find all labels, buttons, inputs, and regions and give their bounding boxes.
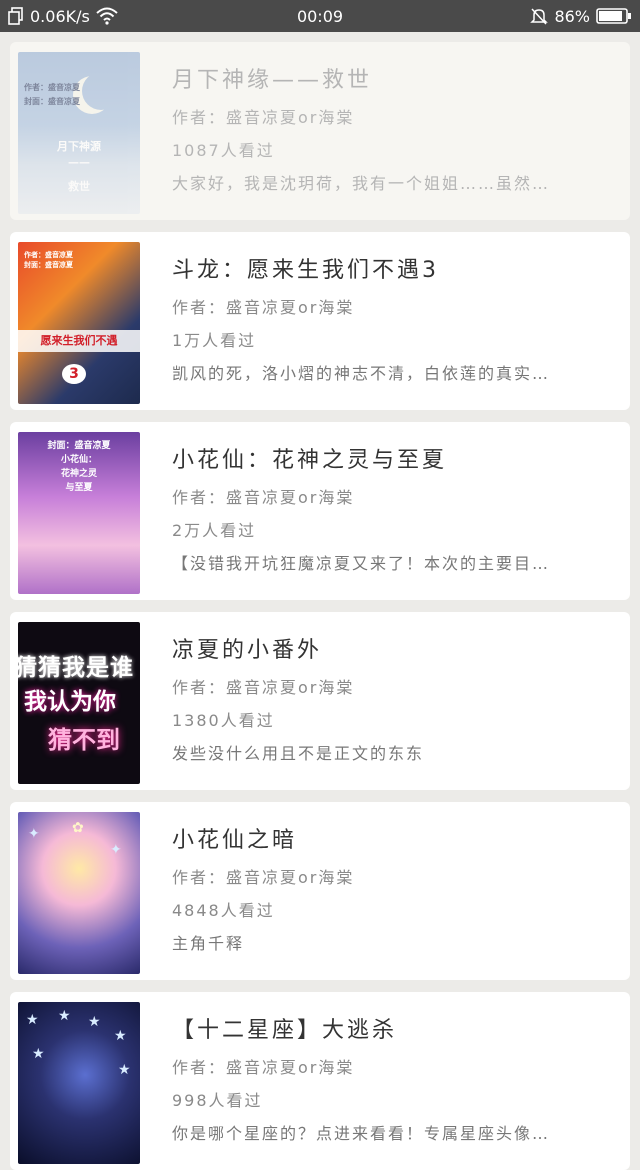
book-card[interactable]: 作者：盛音凉夏 封面：盛音凉夏 愿来生我们不遇 3 斗龙：愿来生我们不遇3 作者… <box>10 232 630 410</box>
book-description: 凯风的死，洛小熠的神志不清，白依莲的真实… <box>172 364 551 383</box>
star-icon: ★ <box>118 1062 131 1078</box>
cover-text: 封面：盛音凉夏 <box>24 261 73 269</box>
book-author: 作者：盛音凉夏or海棠 <box>172 1058 355 1077</box>
sparkle-icon: ✦ <box>110 842 122 858</box>
cover-text: 愿来生我们不遇 <box>18 330 140 352</box>
cover-text: 猜猜我是谁 <box>18 655 134 681</box>
wifi-icon <box>96 7 118 25</box>
book-views: 1万人看过 <box>172 331 257 350</box>
cover-text: 救世 <box>68 180 90 193</box>
book-info: 月下神缘——救世 作者：盛音凉夏or海棠 1087人看过 大家好，我是沈玥荷，我… <box>172 52 612 194</box>
moon-icon <box>82 72 120 110</box>
copy-icon <box>8 7 24 25</box>
book-info: 小花仙之暗 作者：盛音凉夏or海棠 4848人看过 主角千释 <box>172 812 612 954</box>
bell-muted-icon <box>530 7 549 25</box>
book-card[interactable]: 猜猜我是谁 我认为你 猜不到 凉夏的小番外 作者：盛音凉夏or海棠 1380人看… <box>10 612 630 790</box>
book-cover[interactable]: 封面：盛音凉夏 小花仙： 花神之灵 与至夏 <box>18 432 140 594</box>
star-icon: ★ <box>26 1012 39 1028</box>
star-icon: ★ <box>32 1046 45 1062</box>
book-description: 【没错我开坑狂魔凉夏又来了！本次的主要目… <box>172 554 551 573</box>
book-card[interactable]: ★ ★ ★ ★ ★ ★ 【十二星座】大逃杀 作者：盛音凉夏or海棠 998人看过… <box>10 992 630 1170</box>
book-info: 【十二星座】大逃杀 作者：盛音凉夏or海棠 998人看过 你是哪个星座的？点进来… <box>172 1002 612 1144</box>
battery-icon <box>596 7 632 25</box>
book-author: 作者：盛音凉夏or海棠 <box>172 678 355 697</box>
book-cover[interactable]: 作者：盛音凉夏 封面：盛音凉夏 月下神源 —— 救世 <box>18 52 140 214</box>
book-title[interactable]: 小花仙：花神之灵与至夏 <box>172 442 612 474</box>
cover-text: 作者：盛音凉夏 <box>24 251 73 259</box>
cover-text: —— <box>68 156 90 169</box>
status-bar: 0.06K/s 00:09 86% <box>0 0 640 32</box>
book-author: 作者：盛音凉夏or海棠 <box>172 488 355 507</box>
cover-text: 封面：盛音凉夏 <box>24 97 80 106</box>
book-cover[interactable]: 猜猜我是谁 我认为你 猜不到 <box>18 622 140 784</box>
status-left: 0.06K/s <box>8 7 118 26</box>
network-speed: 0.06K/s <box>30 6 90 26</box>
sparkle-icon: ✿ <box>72 820 84 836</box>
book-description: 主角千释 <box>172 934 245 953</box>
book-title[interactable]: 小花仙之暗 <box>172 822 612 854</box>
cover-text: 作者：盛音凉夏 <box>24 83 80 92</box>
book-title[interactable]: 凉夏的小番外 <box>172 632 612 664</box>
book-views: 4848人看过 <box>172 901 275 920</box>
battery-percent: 86% <box>554 6 590 26</box>
book-info: 小花仙：花神之灵与至夏 作者：盛音凉夏or海棠 2万人看过 【没错我开坑狂魔凉夏… <box>172 432 612 574</box>
book-cover[interactable]: ★ ★ ★ ★ ★ ★ <box>18 1002 140 1164</box>
sparkle-icon: ✦ <box>28 826 40 842</box>
star-icon: ★ <box>58 1008 71 1024</box>
book-cover[interactable]: ✦ ✦ ✿ <box>18 812 140 974</box>
book-card[interactable]: 封面：盛音凉夏 小花仙： 花神之灵 与至夏 小花仙：花神之灵与至夏 作者：盛音凉… <box>10 422 630 600</box>
book-description: 大家好，我是沈玥荷，我有一个姐姐……虽然… <box>172 174 551 193</box>
book-info: 斗龙：愿来生我们不遇3 作者：盛音凉夏or海棠 1万人看过 凯风的死，洛小熠的神… <box>172 242 612 384</box>
cover-text: 封面：盛音凉夏 <box>47 441 111 451</box>
book-title[interactable]: 【十二星座】大逃杀 <box>172 1012 612 1044</box>
book-author: 作者：盛音凉夏or海棠 <box>172 868 355 887</box>
book-description: 你是哪个星座的？点进来看看！专属星座头像… <box>172 1124 551 1143</box>
book-views: 1087人看过 <box>172 141 275 160</box>
book-title[interactable]: 月下神缘——救世 <box>172 62 612 94</box>
book-author: 作者：盛音凉夏or海棠 <box>172 108 355 127</box>
book-list: 作者：盛音凉夏 封面：盛音凉夏 月下神源 —— 救世 月下神缘——救世 作者：盛… <box>0 32 640 1170</box>
book-cover[interactable]: 作者：盛音凉夏 封面：盛音凉夏 愿来生我们不遇 3 <box>18 242 140 404</box>
book-author: 作者：盛音凉夏or海棠 <box>172 298 355 317</box>
cover-text: 小花仙： <box>60 455 97 465</box>
star-icon: ★ <box>114 1028 127 1044</box>
book-views: 2万人看过 <box>172 521 257 540</box>
cover-text: 与至夏 <box>65 483 93 493</box>
book-card[interactable]: 作者：盛音凉夏 封面：盛音凉夏 月下神源 —— 救世 月下神缘——救世 作者：盛… <box>10 42 630 220</box>
cover-text: 3 <box>62 364 86 384</box>
star-icon: ★ <box>88 1014 101 1030</box>
book-views: 998人看过 <box>172 1091 263 1110</box>
cover-text: 我认为你 <box>24 689 116 715</box>
book-card[interactable]: ✦ ✦ ✿ 小花仙之暗 作者：盛音凉夏or海棠 4848人看过 主角千释 <box>10 802 630 980</box>
status-right: 86% <box>530 7 632 26</box>
cover-text: 猜不到 <box>48 726 120 754</box>
book-info: 凉夏的小番外 作者：盛音凉夏or海棠 1380人看过 发些没什么用且不是正文的东… <box>172 622 612 764</box>
book-title[interactable]: 斗龙：愿来生我们不遇3 <box>172 252 612 284</box>
cover-text: 花神之灵 <box>60 469 97 479</box>
cover-text: 月下神源 <box>57 140 101 153</box>
book-description: 发些没什么用且不是正文的东东 <box>172 744 425 763</box>
book-views: 1380人看过 <box>172 711 275 730</box>
